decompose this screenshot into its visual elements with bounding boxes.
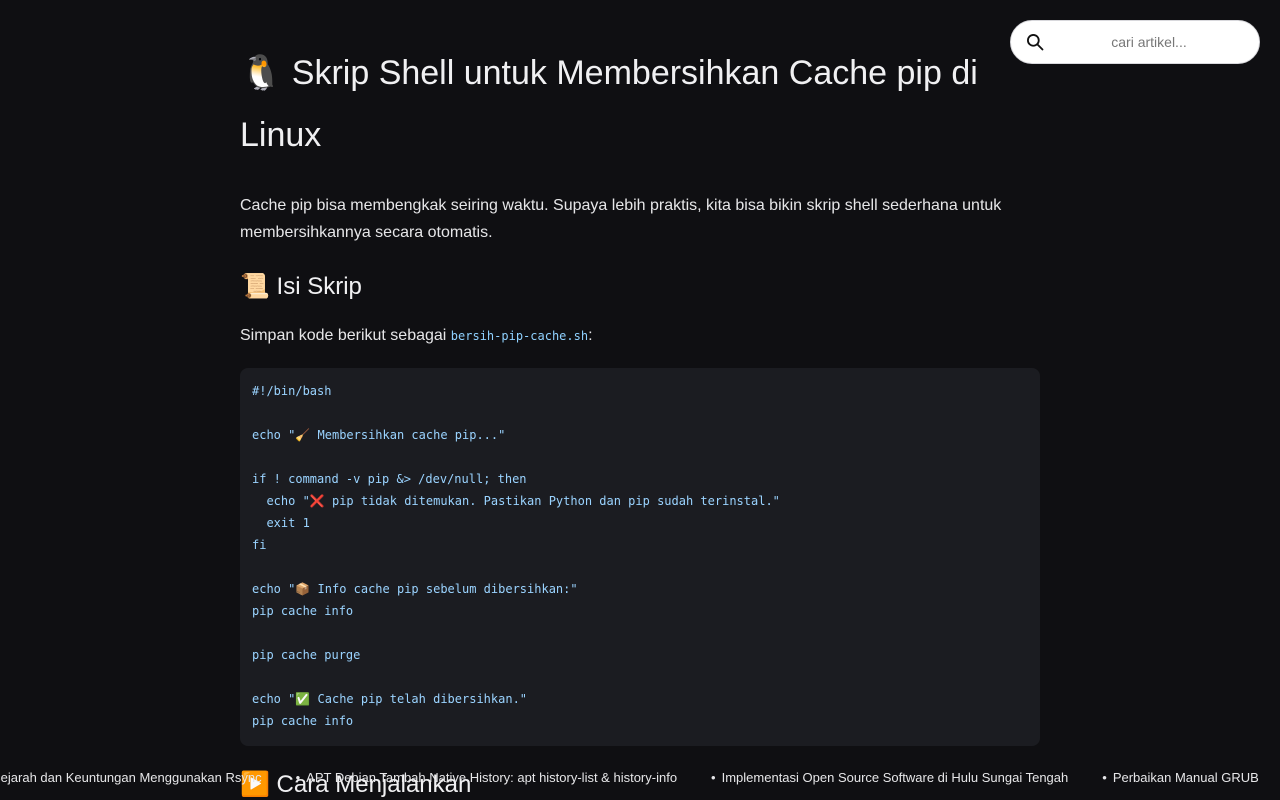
ticker-item[interactable]: Sejarah dan Keuntungan Menggunakan Rsync <box>0 764 262 792</box>
search-icon[interactable] <box>1025 32 1045 52</box>
intro-paragraph: Cache pip bisa membengkak seiring waktu.… <box>240 197 1002 241</box>
bullet-icon: • <box>1102 770 1107 785</box>
code-line: pip cache purge <box>252 648 361 662</box>
ticker-item[interactable]: • Perbaikan Manual GRUB <box>1102 764 1259 792</box>
ticker-item-label: Perbaikan Manual GRUB <box>1112 770 1259 785</box>
code-line: exit 1 <box>252 516 310 530</box>
search-input[interactable] <box>1057 33 1241 51</box>
ticker-item[interactable]: • APT Debian Tambah Native History: apt h… <box>296 764 677 792</box>
save-text: Simpan kode berikut sebagai <box>240 327 451 344</box>
ticker-item-label: APT Debian Tambah Native History: apt hi… <box>306 770 678 785</box>
code-line: echo "✅ Cache pip telah dibersihkan." <box>252 692 528 706</box>
page-title: 🐧 Skrip Shell untuk Membersihkan Cache p… <box>240 54 978 154</box>
save-text-colon: : <box>588 327 593 344</box>
article-ticker: Sejarah dan Keuntungan Menggunakan Rsync… <box>0 764 1280 792</box>
filename-inline-code: bersih-pip-cache.sh <box>450 329 589 343</box>
code-line: echo "🧹 Membersihkan cache pip..." <box>252 428 506 442</box>
search-box[interactable] <box>1010 20 1260 64</box>
code-line: pip cache info <box>252 714 354 728</box>
bullet-icon: • <box>711 770 716 785</box>
code-block[interactable]: #!/bin/bash echo "🧹 Membersihkan cache p… <box>240 368 1040 746</box>
save-instruction: Simpan kode berikut sebagai bersih-pip-c… <box>240 322 1040 350</box>
code-line: #!/bin/bash <box>252 384 332 398</box>
code-line: fi <box>252 538 267 552</box>
ticker-item-label: Sejarah dan Keuntungan Menggunakan Rsync <box>0 770 262 785</box>
article: 🐧 Skrip Shell untuk Membersihkan Cache p… <box>240 42 1040 746</box>
code-line: echo "❌ pip tidak ditemukan. Pastikan Py… <box>252 494 780 508</box>
code-line: pip cache info <box>252 604 354 618</box>
ticker-item[interactable]: • Implementasi Open Source Software di Hu… <box>711 764 1068 792</box>
code-line: if ! command -v pip &> /dev/null; then <box>252 472 527 486</box>
ticker-track: Sejarah dan Keuntungan Menggunakan Rsync… <box>0 764 1259 792</box>
section-heading-script: 📜 Isi Skrip <box>240 273 362 300</box>
ticker-item-label: Implementasi Open Source Software di Hul… <box>721 770 1069 785</box>
page: 🐧 Skrip Shell untuk Membersihkan Cache p… <box>0 0 1280 800</box>
bullet-icon: • <box>295 770 301 785</box>
code-line: echo "📦 Info cache pip sebelum dibersihk… <box>252 582 578 596</box>
